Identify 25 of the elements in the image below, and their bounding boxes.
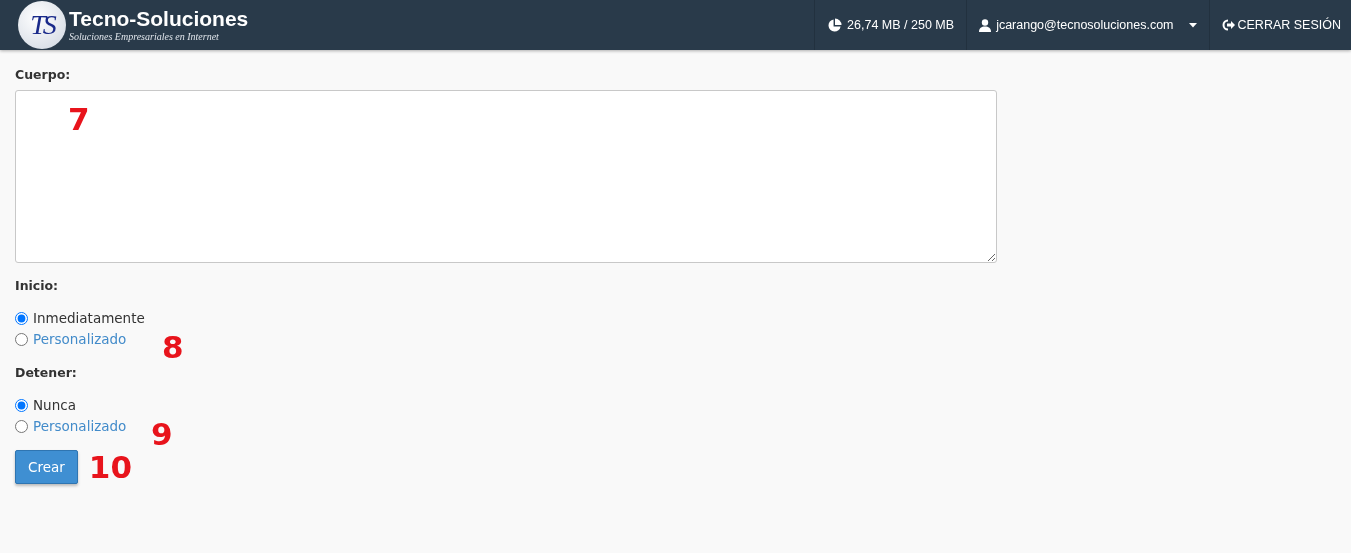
annotation-number: 10 xyxy=(88,450,132,484)
logout-button[interactable]: CERRAR SESIÓN xyxy=(1208,0,1351,50)
group-label: Detener: xyxy=(15,364,77,382)
radio-button[interactable] xyxy=(15,311,28,325)
annotation-number: 8 xyxy=(162,330,184,364)
radio-button[interactable] xyxy=(15,398,28,412)
disk-usage: 26,74 MB / 250 MB xyxy=(814,0,967,50)
brand-name: Tecno-Soluciones xyxy=(69,7,249,31)
annotation-number: 7 xyxy=(68,102,90,136)
pie-chart-icon xyxy=(827,17,843,33)
logo-mark: TS xyxy=(18,1,66,49)
radio-label[interactable]: Personalizado xyxy=(33,331,127,347)
radio-label[interactable]: Nunca xyxy=(33,397,76,413)
caret-icon xyxy=(1188,22,1197,28)
annotation-number: 9 xyxy=(151,417,173,451)
group-label: Inicio: xyxy=(15,277,59,295)
user-menu[interactable]: jcarango@tecnosoluciones.com xyxy=(966,0,1209,50)
radio-label[interactable]: Personalizado xyxy=(33,418,127,434)
field-label: Cuerpo: xyxy=(15,66,71,84)
radio-button[interactable] xyxy=(15,419,28,433)
logout-icon xyxy=(1221,19,1235,31)
brand-tagline: Soluciones Empresariales en Internet xyxy=(69,31,220,43)
radio-button[interactable] xyxy=(15,332,28,346)
radio-label[interactable]: Inmediatamente xyxy=(33,310,145,326)
user-icon xyxy=(979,18,992,32)
